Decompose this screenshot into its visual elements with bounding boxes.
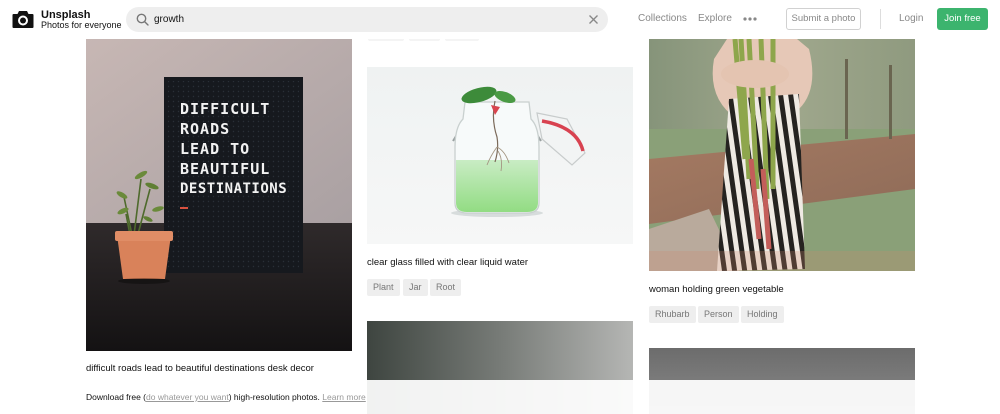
board-text-line: DESTINATIONS	[180, 181, 288, 197]
top-navigation-bar: Unsplash Photos for everyone Collections…	[0, 0, 1000, 39]
tag-chip[interactable]: Root	[430, 279, 462, 296]
board-text-line: LEAD TO	[180, 140, 251, 158]
login-link[interactable]: Login	[899, 13, 923, 24]
header-divider	[880, 9, 881, 29]
search-bar	[126, 7, 608, 32]
learn-more-link[interactable]: Learn more	[322, 392, 365, 402]
tag-chip[interactable]: Rhubarb	[649, 306, 696, 323]
board-text-line: ROADS	[180, 120, 231, 138]
camera-logo-icon[interactable]	[12, 9, 34, 29]
more-icon[interactable]	[743, 17, 757, 21]
board-text-line: DIFFICULT	[180, 100, 271, 118]
submit-photo-button[interactable]: Submit a photo	[786, 8, 861, 30]
woman-rhubarb-image	[649, 39, 915, 271]
brand-tagline: Photos for everyone	[41, 20, 122, 30]
banner-prefix: Download free (	[86, 392, 147, 402]
nav-collections[interactable]: Collections	[638, 13, 687, 24]
tag-chip[interactable]: Holding	[741, 306, 784, 323]
photo-caption: difficult roads lead to beautiful destin…	[86, 363, 314, 374]
download-banner: Download free (do whatever you want) hig…	[0, 380, 1000, 414]
tag-chip[interactable]: Jar	[403, 279, 428, 296]
board-text-line: BEAUTIFUL	[180, 160, 271, 178]
tag-chip[interactable]: Plant	[367, 279, 400, 296]
photo-letterboard[interactable]: DIFFICULT ROADS LEAD TO BEAUTIFUL DESTIN…	[86, 39, 352, 351]
license-link[interactable]: do whatever you want	[146, 392, 229, 402]
search-icon	[136, 13, 149, 26]
banner-middle: ) high-resolution photos.	[228, 392, 320, 402]
photo-glass-jar[interactable]	[367, 67, 633, 244]
glass-jar-image	[367, 67, 633, 244]
nav-explore[interactable]: Explore	[698, 13, 732, 24]
tag-chip[interactable]: Person	[698, 306, 739, 323]
photo-caption: clear glass filled with clear liquid wat…	[367, 257, 529, 268]
search-input[interactable]	[154, 9, 574, 30]
photo-woman-rhubarb[interactable]	[649, 39, 915, 271]
banner-text: Download free (do whatever you want) hig…	[86, 392, 366, 402]
photo-caption: woman holding green vegetable	[649, 284, 784, 295]
close-icon[interactable]	[588, 14, 599, 25]
join-free-button[interactable]: Join free	[937, 8, 988, 30]
